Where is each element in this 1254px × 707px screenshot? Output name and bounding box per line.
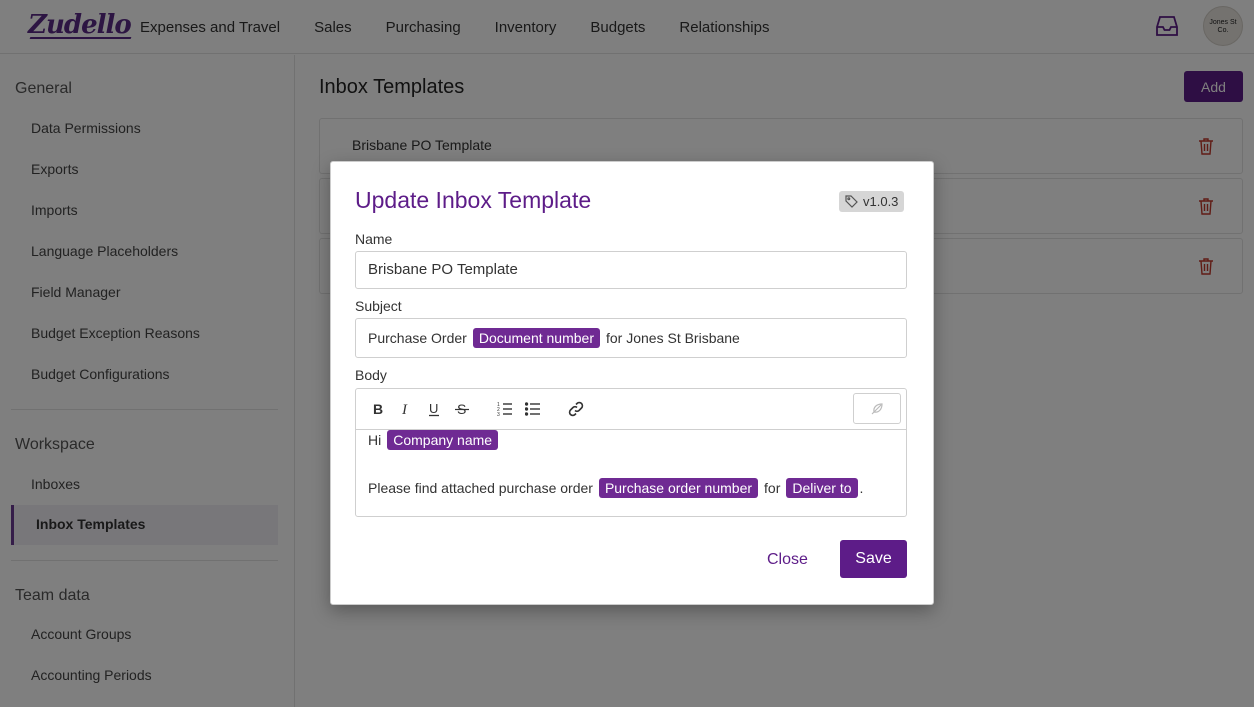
- underline-icon[interactable]: U: [426, 401, 442, 417]
- feather-icon: [871, 403, 883, 415]
- placeholder-insert-button[interactable]: [853, 393, 901, 424]
- svg-text:3: 3: [497, 412, 500, 417]
- svg-text:B: B: [373, 401, 383, 417]
- subject-text: Purchase Order: [368, 330, 467, 346]
- placeholder-chip[interactable]: Document number: [472, 328, 600, 348]
- body-text: Please find attached purchase order: [368, 480, 593, 496]
- subject-field[interactable]: Purchase Order Document number for Jones…: [355, 318, 907, 358]
- body-editor[interactable]: B I U S 123 Hi Company name Please find …: [355, 388, 907, 517]
- bold-icon[interactable]: B: [370, 401, 386, 417]
- placeholder-chip[interactable]: Purchase order number: [598, 478, 759, 498]
- name-label: Name: [355, 231, 393, 247]
- name-field[interactable]: Brisbane PO Template: [355, 251, 907, 289]
- strikethrough-icon[interactable]: S: [454, 401, 470, 417]
- svg-text:I: I: [401, 402, 408, 417]
- editor-content[interactable]: Hi Company name Please find attached pur…: [368, 430, 894, 499]
- subject-label: Subject: [355, 298, 402, 314]
- body-text: Hi: [368, 432, 382, 448]
- tag-icon: [845, 195, 858, 208]
- version-text: v1.0.3: [863, 194, 899, 209]
- ordered-list-icon[interactable]: 123: [497, 401, 513, 417]
- update-inbox-template-dialog: Update Inbox Template v1.0.3 Name Brisba…: [330, 161, 934, 605]
- subject-text: for Jones St Brisbane: [606, 330, 740, 346]
- dialog-title: Update Inbox Template: [355, 187, 592, 213]
- italic-icon[interactable]: I: [398, 401, 414, 417]
- body-text: .: [859, 480, 864, 496]
- editor-toolbar: B I U S 123: [356, 389, 906, 430]
- svg-text:U: U: [429, 401, 438, 416]
- placeholder-chip[interactable]: Company name: [387, 430, 499, 450]
- body-label: Body: [355, 367, 387, 383]
- close-button[interactable]: Close: [767, 551, 808, 569]
- body-text: for: [764, 480, 781, 496]
- link-icon[interactable]: [568, 401, 584, 417]
- placeholder-chip[interactable]: Deliver to: [786, 478, 858, 498]
- save-button[interactable]: Save: [840, 540, 907, 578]
- version-badge: v1.0.3: [839, 191, 905, 212]
- bullet-list-icon[interactable]: [525, 401, 541, 417]
